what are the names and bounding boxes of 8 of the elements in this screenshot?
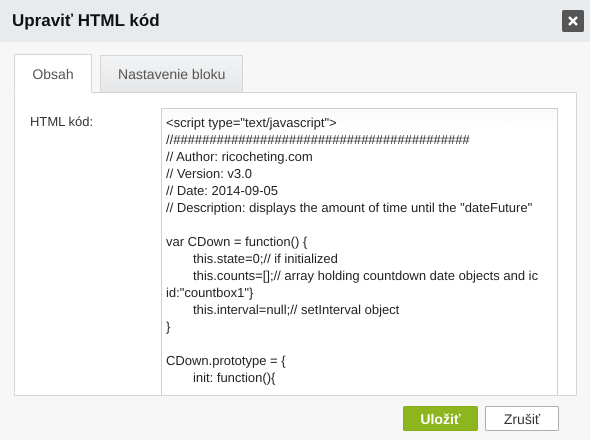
tab[interactable]: Nastavenie bloku <box>100 55 244 93</box>
close-icon <box>568 16 578 26</box>
field-label: HTML kód: <box>30 113 94 131</box>
dialog-title: Upraviť HTML kód <box>12 11 160 31</box>
code-editor-field[interactable]: <script type="text/javascript"> //######################################### // Author: ricocheting.com // Version: v3.0 // Date: 2014-09-05 // Description: displays the amount of time until the "dateFuture" var CDown = function() { this.state=0;// if initialized this.counts=[];// array holding countdown date objects and ic id:"countbox1"} this.interval=null;// setInterval object } CDown.prototype = { init: function(){ <box>161 108 558 395</box>
cancel-button[interactable]: Zrušiť <box>485 406 559 431</box>
close-button[interactable] <box>562 10 584 32</box>
tab[interactable]: Obsah <box>14 54 92 93</box>
